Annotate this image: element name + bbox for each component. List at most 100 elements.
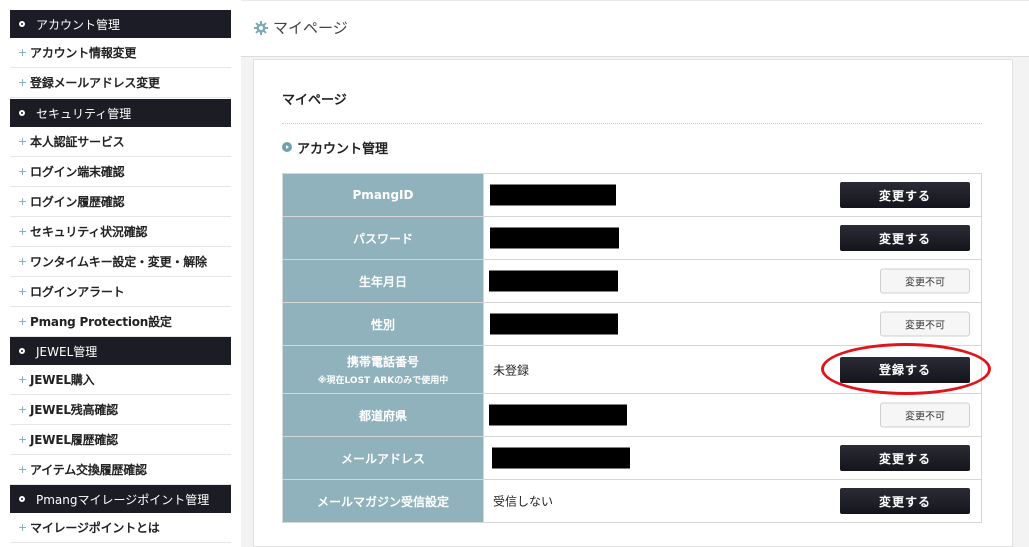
sidebar-item-label: セキュリティ状況確認 bbox=[30, 225, 148, 239]
change-password-button[interactable]: 変更する bbox=[840, 225, 970, 251]
change-email-button[interactable]: 変更する bbox=[840, 445, 970, 471]
sidebar-section-label: Pmangマイレージポイント管理 bbox=[36, 492, 210, 507]
arrow-circle-icon bbox=[282, 142, 292, 152]
not-changeable-badge: 変更不可 bbox=[880, 268, 970, 294]
row-label: 生年月日 bbox=[282, 259, 484, 303]
sidebar-item-label: アイテム交換履歴確認 bbox=[30, 463, 147, 477]
mypage-panel: マイページ アカウント管理 PmangID 変更する パスワード 変更する 生年… bbox=[253, 59, 1013, 547]
sidebar-section-label: JEWEL管理 bbox=[36, 344, 98, 359]
bullet-icon bbox=[19, 496, 25, 502]
sidebar-item-label: JEWEL残高確認 bbox=[30, 403, 118, 417]
redacted-block bbox=[490, 313, 618, 335]
section-title: アカウント管理 bbox=[297, 142, 389, 157]
row-value: 変更不可 bbox=[483, 259, 982, 303]
row-value: 変更不可 bbox=[483, 302, 982, 346]
plus-icon: + bbox=[18, 521, 28, 534]
plus-icon: + bbox=[18, 433, 28, 446]
row-value: 変更不可 bbox=[483, 393, 982, 437]
newsletter-value: 受信しない bbox=[493, 494, 554, 509]
panel-title: マイページ bbox=[282, 93, 347, 108]
sidebar-section-mileage[interactable]: Pmangマイレージポイント管理 bbox=[10, 485, 231, 513]
sidebar-section-account[interactable]: アカウント管理 bbox=[10, 10, 231, 38]
row-label: 携帯電話番号 ※現在LOST ARKのみで使用中 bbox=[282, 345, 484, 394]
sidebar-item-login-alert[interactable]: + ログインアラート bbox=[10, 277, 231, 307]
mobile-value: 未登録 bbox=[493, 363, 530, 377]
redacted-block bbox=[492, 447, 630, 469]
sidebar-item-label: ログイン端末確認 bbox=[30, 165, 125, 179]
table-row-pmangid: PmangID 変更する bbox=[282, 173, 982, 217]
plus-icon: + bbox=[18, 403, 28, 416]
sidebar: アカウント管理 + アカウント情報変更 + 登録メールアドレス変更 セキュリティ… bbox=[0, 0, 231, 547]
plus-icon: + bbox=[18, 76, 28, 89]
sidebar-item-label: ワンタイムキー設定・変更・解除 bbox=[30, 255, 207, 269]
row-label: 性別 bbox=[282, 302, 484, 346]
redacted-block bbox=[489, 404, 627, 426]
sidebar-item-email-change[interactable]: + 登録メールアドレス変更 bbox=[10, 68, 231, 98]
plus-icon: + bbox=[18, 135, 28, 148]
sidebar-item-mileage-about[interactable]: + マイレージポイントとは bbox=[10, 513, 231, 543]
plus-icon: + bbox=[18, 255, 28, 268]
sidebar-item-jewel-history[interactable]: + JEWEL履歴確認 bbox=[10, 425, 231, 455]
register-mobile-button[interactable]: 登録する bbox=[840, 356, 970, 383]
sidebar-item-account-info[interactable]: + アカウント情報変更 bbox=[10, 38, 231, 68]
plus-icon: + bbox=[18, 315, 28, 328]
page-title: マイページ bbox=[273, 19, 348, 37]
redacted-block bbox=[489, 270, 618, 292]
sidebar-item-security-status[interactable]: + セキュリティ状況確認 bbox=[10, 217, 231, 247]
divider bbox=[282, 123, 982, 124]
gear-icon bbox=[254, 21, 268, 35]
sidebar-section-label: アカウント管理 bbox=[36, 17, 121, 32]
bullet-icon bbox=[19, 110, 25, 116]
bullet-icon bbox=[19, 21, 25, 27]
sidebar-item-label: ログインアラート bbox=[30, 285, 125, 299]
row-value: 変更する bbox=[483, 436, 982, 480]
sidebar-item-label: Pmang Protection設定 bbox=[30, 315, 172, 329]
table-row-password: パスワード 変更する bbox=[282, 216, 982, 260]
sidebar-item-label: JEWEL購入 bbox=[30, 373, 95, 387]
sidebar-item-pmang-protection[interactable]: + Pmang Protection設定 bbox=[10, 307, 231, 337]
sidebar-item-label: マイレージポイントとは bbox=[30, 521, 160, 535]
sidebar-section-label: セキュリティ管理 bbox=[36, 106, 132, 121]
row-value: 未登録 登録する bbox=[483, 345, 982, 394]
not-changeable-badge: 変更不可 bbox=[880, 402, 970, 428]
row-value: 変更する bbox=[483, 173, 982, 217]
row-sublabel: ※現在LOST ARKのみで使用中 bbox=[317, 376, 449, 386]
sidebar-item-item-exchange-history[interactable]: + アイテム交換履歴確認 bbox=[10, 455, 231, 485]
sidebar-item-login-device[interactable]: + ログイン端末確認 bbox=[10, 157, 231, 187]
table-row-prefecture: 都道府県 変更不可 bbox=[282, 393, 982, 437]
sidebar-item-label: ログイン履歴確認 bbox=[30, 195, 125, 209]
plus-icon: + bbox=[18, 463, 28, 476]
redacted-block bbox=[490, 184, 616, 206]
sidebar-item-label: 登録メールアドレス変更 bbox=[30, 76, 160, 90]
row-label: メールアドレス bbox=[282, 436, 484, 480]
row-label: PmangID bbox=[282, 173, 484, 217]
sidebar-item-auth-service[interactable]: + 本人認証サービス bbox=[10, 127, 231, 157]
row-label: メールマガジン受信設定 bbox=[282, 479, 484, 523]
row-label-text: 携帯電話番号 bbox=[346, 355, 419, 369]
table-row-email: メールアドレス 変更する bbox=[282, 436, 982, 480]
plus-icon: + bbox=[18, 373, 28, 386]
sidebar-section-jewel[interactable]: JEWEL管理 bbox=[10, 337, 231, 365]
redacted-block bbox=[490, 227, 619, 249]
main-content: マイページ マイページ アカウント管理 PmangID 変更する パスワード 変… bbox=[241, 0, 1029, 547]
plus-icon: + bbox=[18, 165, 28, 178]
sidebar-item-login-history[interactable]: + ログイン履歴確認 bbox=[10, 187, 231, 217]
account-table: PmangID 変更する パスワード 変更する 生年月日 変更不可 性別 変更不… bbox=[282, 173, 982, 523]
sidebar-item-onetime-key[interactable]: + ワンタイムキー設定・変更・解除 bbox=[10, 247, 231, 277]
change-newsletter-button[interactable]: 変更する bbox=[840, 488, 970, 514]
sidebar-section-security[interactable]: セキュリティ管理 bbox=[10, 99, 231, 127]
table-row-gender: 性別 変更不可 bbox=[282, 302, 982, 346]
sidebar-item-jewel-balance[interactable]: + JEWEL残高確認 bbox=[10, 395, 231, 425]
sidebar-item-label: 本人認証サービス bbox=[30, 135, 125, 149]
not-changeable-badge: 変更不可 bbox=[880, 311, 970, 337]
plus-icon: + bbox=[18, 285, 28, 298]
sidebar-item-label: アカウント情報変更 bbox=[30, 46, 137, 60]
sidebar-item-jewel-purchase[interactable]: + JEWEL購入 bbox=[10, 365, 231, 395]
sidebar-item-label: JEWEL履歴確認 bbox=[30, 433, 118, 447]
row-value: 変更する bbox=[483, 216, 982, 260]
plus-icon: + bbox=[18, 195, 28, 208]
change-pmangid-button[interactable]: 変更する bbox=[840, 182, 970, 208]
table-row-newsletter: メールマガジン受信設定 受信しない 変更する bbox=[282, 479, 982, 523]
page-header: マイページ bbox=[241, 0, 1029, 57]
table-row-birthdate: 生年月日 変更不可 bbox=[282, 259, 982, 303]
